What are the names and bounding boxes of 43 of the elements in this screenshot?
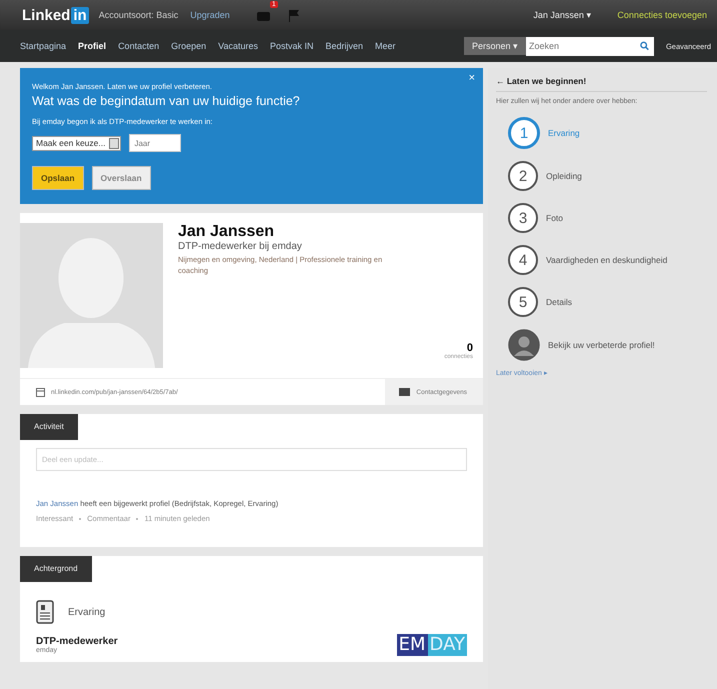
- question-heading: Wat was de begindatum van uw huidige functie?: [32, 94, 301, 108]
- step-number: 3: [508, 203, 538, 233]
- nav-tab[interactable]: Vacatures: [218, 41, 258, 51]
- step-number: 5: [508, 287, 538, 317]
- nav-tab[interactable]: Groepen: [171, 41, 206, 51]
- company-logo: EM DAY: [396, 634, 467, 656]
- job-title: DTP-medewerker: [36, 636, 118, 647]
- nav-tab[interactable]: Contacten: [118, 41, 160, 51]
- card-icon: [399, 388, 410, 396]
- nav-tab[interactable]: Meer: [375, 41, 396, 51]
- flag-icon[interactable]: [288, 8, 300, 22]
- month-dropdown[interactable]: Maak een keuze...: [32, 136, 122, 150]
- upgrade-link[interactable]: Upgraden: [190, 10, 230, 20]
- step-link[interactable]: Bekijk uw verbeterde profiel!: [548, 340, 655, 350]
- nav-tab[interactable]: Profiel: [78, 41, 106, 51]
- step-number: 4: [508, 245, 538, 275]
- save-button[interactable]: Opslaan: [32, 166, 84, 190]
- skip-button[interactable]: Overslaan: [92, 166, 151, 190]
- nav-tab[interactable]: Bedrijven: [326, 41, 364, 51]
- search-scope-dropdown[interactable]: Personen ▾: [464, 37, 526, 55]
- step-link[interactable]: Opleiding: [546, 171, 582, 181]
- year-field[interactable]: Jaar: [129, 134, 182, 152]
- step-link[interactable]: Foto: [546, 213, 564, 223]
- add-connections-link[interactable]: Connecties toevoegen: [617, 10, 707, 20]
- nav-tab[interactable]: Postvak IN: [270, 41, 314, 51]
- search-icon[interactable]: [640, 41, 649, 51]
- sidebar-title: ← Laten we beginnen!: [496, 76, 707, 92]
- nav-tab[interactable]: Startpagina: [20, 41, 66, 51]
- profile-name: Jan Janssen: [178, 223, 276, 241]
- logo[interactable]: Linked in: [22, 6, 89, 24]
- connections-count: 0: [466, 342, 473, 354]
- step-link[interactable]: Vaardigheden en deskundigheid: [546, 255, 668, 265]
- close-button[interactable]: ×: [468, 72, 475, 84]
- profile-headline: DTP-medewerker bij emday: [178, 241, 303, 252]
- user-menu[interactable]: Jan Janssen ▾: [533, 10, 592, 20]
- step-number: 2: [508, 161, 538, 191]
- section-title: Ervaring: [68, 606, 106, 618]
- step-link[interactable]: Details: [546, 297, 572, 307]
- step-number: 1: [508, 117, 540, 149]
- document-icon: [36, 600, 54, 624]
- link-icon: [36, 388, 45, 396]
- search-field[interactable]: Zoeken: [526, 36, 654, 56]
- account-type: Accountsoort: Basic: [98, 10, 178, 20]
